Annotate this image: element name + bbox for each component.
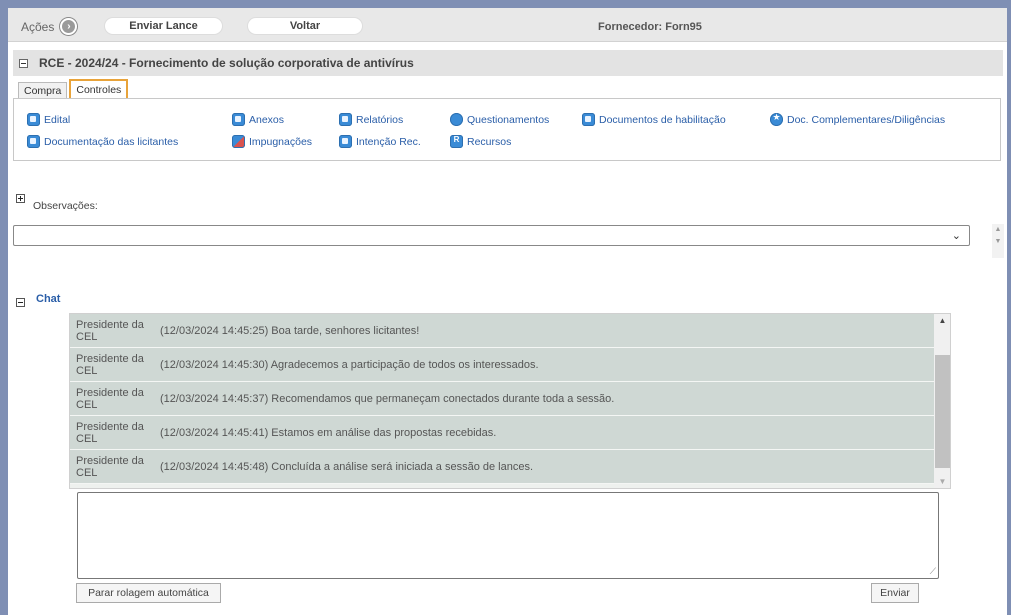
chat-input[interactable]: ⟋ bbox=[77, 492, 939, 579]
collapse-icon[interactable] bbox=[16, 298, 25, 307]
document-icon bbox=[27, 113, 40, 126]
chevron-right-icon[interactable]: › bbox=[60, 18, 78, 35]
send-button[interactable]: Enviar bbox=[871, 583, 919, 603]
link-label: Recursos bbox=[467, 135, 512, 148]
link-documentacao-licitantes[interactable]: Documentação das licitantes bbox=[27, 135, 178, 148]
voltar-button[interactable]: Voltar bbox=[247, 17, 363, 35]
document-icon bbox=[582, 113, 595, 126]
link-edital[interactable]: Edital bbox=[27, 113, 70, 126]
report-icon bbox=[339, 113, 352, 126]
chat-message: Presidente da CEL (12/03/2024 14:45:25) … bbox=[70, 314, 934, 348]
link-label: Documentação das licitantes bbox=[44, 135, 179, 148]
page-title: RCE - 2024/24 - Fornecimento de solução … bbox=[39, 56, 414, 70]
scroll-up-icon[interactable]: ▲ bbox=[934, 316, 950, 325]
chat-message: Presidente da CEL (12/03/2024 14:45:41) … bbox=[70, 416, 934, 450]
acoes-menu[interactable]: Ações › bbox=[21, 18, 78, 35]
document-icon bbox=[339, 135, 352, 148]
link-questionamentos[interactable]: Questionamentos bbox=[450, 113, 549, 126]
chat-scrollbar[interactable]: ▲ ▼ bbox=[934, 314, 950, 488]
message-author: Presidente da CEL bbox=[76, 454, 144, 479]
link-label: Documentos de habilitação bbox=[599, 113, 726, 126]
link-recursos[interactable]: Recursos bbox=[450, 135, 511, 148]
observacoes-select[interactable]: ⌄ bbox=[13, 225, 970, 246]
link-label: Questionamentos bbox=[467, 113, 550, 126]
acoes-label: Ações bbox=[21, 19, 55, 34]
collapse-icon[interactable] bbox=[19, 58, 28, 68]
top-toolbar: Ações › Enviar Lance Voltar Fornecedor: … bbox=[8, 8, 1007, 42]
document-icon bbox=[27, 135, 40, 148]
link-documentos-habilitacao[interactable]: Documentos de habilitação bbox=[582, 113, 726, 126]
link-relatorios[interactable]: Relatórios bbox=[339, 113, 403, 126]
observacoes-label: Observações: bbox=[33, 200, 98, 212]
chevron-down-icon: ⌄ bbox=[951, 230, 961, 242]
link-doc-complementares[interactable]: Doc. Complementares/Diligências bbox=[770, 112, 946, 126]
link-anexos[interactable]: Anexos bbox=[232, 113, 284, 126]
controles-panel bbox=[13, 98, 1001, 161]
tab-controles[interactable]: Controles bbox=[69, 79, 129, 99]
message-text: (12/03/2024 14:45:30) Agradecemos a part… bbox=[160, 358, 539, 371]
message-author: Presidente da CEL bbox=[76, 386, 144, 411]
resource-icon bbox=[450, 135, 463, 148]
attachment-icon bbox=[232, 113, 245, 126]
link-label: Impugnações bbox=[249, 135, 313, 148]
impugnation-icon bbox=[232, 135, 245, 148]
link-label: Anexos bbox=[249, 113, 285, 126]
message-text: (12/03/2024 14:45:48) Concluída a anális… bbox=[160, 460, 534, 473]
star-icon bbox=[770, 112, 783, 126]
tab-compra[interactable]: Compra bbox=[18, 82, 68, 99]
message-author: Presidente da CEL bbox=[76, 352, 144, 377]
chat-messages: Presidente da CEL (12/03/2024 14:45:25) … bbox=[69, 313, 951, 489]
chat-message: Presidente da CEL (12/03/2024 14:45:30) … bbox=[70, 348, 934, 382]
enviar-lance-button[interactable]: Enviar Lance bbox=[104, 17, 223, 35]
chat-message: Presidente da CEL (12/03/2024 14:45:37) … bbox=[70, 382, 934, 416]
link-label: Intenção Rec. bbox=[356, 135, 421, 148]
chat-title: Chat bbox=[36, 293, 61, 305]
message-text: (12/03/2024 14:45:25) Boa tarde, senhore… bbox=[160, 324, 420, 337]
resize-grip-icon[interactable]: ⟋ bbox=[930, 566, 936, 577]
link-intencao-rec[interactable]: Intenção Rec. bbox=[339, 135, 421, 148]
link-label: Edital bbox=[44, 113, 71, 126]
question-icon bbox=[450, 113, 463, 126]
message-author: Presidente da CEL bbox=[76, 318, 144, 343]
scroll-down-icon[interactable]: ▼ bbox=[934, 477, 950, 486]
scroll-thumb[interactable] bbox=[935, 355, 950, 468]
tab-bar: Compra Controles bbox=[18, 79, 130, 99]
chat-message: Presidente da CEL (12/03/2024 14:45:48) … bbox=[70, 450, 934, 484]
expand-icon[interactable] bbox=[16, 194, 25, 203]
fornecedor-label: Fornecedor: Forn95 bbox=[598, 21, 702, 33]
scroll-arrows[interactable]: ▲ ▼ bbox=[992, 224, 1004, 258]
stop-autoscroll-button[interactable]: Parar rolagem automática bbox=[76, 583, 221, 603]
message-text: (12/03/2024 14:45:37) Recomendamos que p… bbox=[160, 392, 615, 405]
link-impugnacoes[interactable]: Impugnações bbox=[232, 135, 312, 148]
purchase-title-bar: RCE - 2024/24 - Fornecimento de solução … bbox=[13, 50, 1003, 76]
link-label: Relatórios bbox=[356, 113, 404, 126]
message-text: (12/03/2024 14:45:41) Estamos em análise… bbox=[160, 426, 497, 439]
message-author: Presidente da CEL bbox=[76, 420, 144, 445]
link-label: Doc. Complementares/Diligências bbox=[787, 113, 946, 126]
